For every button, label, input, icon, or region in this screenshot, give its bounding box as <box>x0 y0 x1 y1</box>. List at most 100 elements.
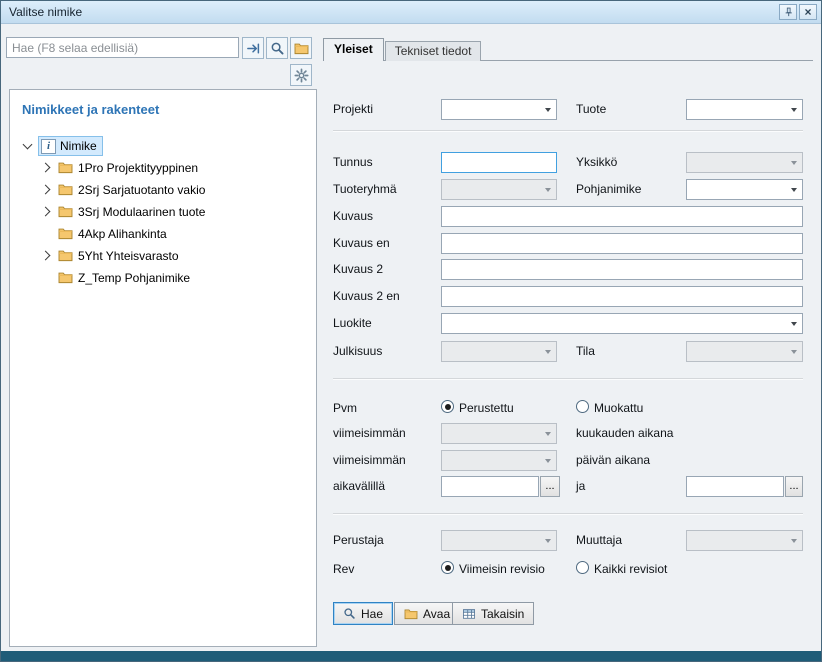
arrow-right-icon <box>246 41 261 56</box>
luokite-select[interactable] <box>441 313 803 334</box>
search-input[interactable] <box>6 37 239 58</box>
tree-selection-highlight: i Nimike <box>38 136 103 156</box>
julkisuus-label: Julkisuus <box>333 344 382 358</box>
chevron-down-icon <box>540 342 556 361</box>
kuvaus-en-input[interactable] <box>441 233 803 254</box>
projekti-label: Projekti <box>333 102 373 116</box>
avaa-button[interactable]: Avaa <box>394 602 460 625</box>
muuttaja-label: Muuttaja <box>576 533 622 547</box>
pohjanimike-select[interactable] <box>686 179 803 200</box>
titlebar[interactable]: Valitse nimike × <box>1 1 821 24</box>
search-icon <box>270 41 285 56</box>
chevron-right-icon[interactable] <box>41 185 51 195</box>
chevron-down-icon <box>786 314 802 333</box>
folder-icon <box>404 608 418 620</box>
separator <box>333 513 803 515</box>
aikavali-end-browse-button[interactable]: ... <box>785 476 803 497</box>
chevron-down-icon <box>540 451 556 470</box>
tab-yleiset[interactable]: Yleiset <box>323 38 384 61</box>
kuvaus2-en-input[interactable] <box>441 286 803 307</box>
tree-item-label: 4Akp Alihankinta <box>78 227 167 241</box>
muokattu-radio[interactable] <box>576 400 589 413</box>
pohjanimike-label: Pohjanimike <box>576 182 641 196</box>
kaikki-revisiot-radio-label[interactable]: Kaikki revisiot <box>594 562 667 576</box>
item-info-icon: i <box>41 139 56 154</box>
pin-button[interactable] <box>779 4 797 20</box>
tree-panel: Nimikkeet ja rakenteet i Nimike 1Pro Pro… <box>9 89 317 647</box>
dialog-valitse-nimike: Valitse nimike × Nimikkeet ja rakenteet … <box>0 0 822 662</box>
tree-root-label: Nimike <box>60 139 97 153</box>
pvm-label: Pvm <box>333 401 357 415</box>
folder-icon <box>58 227 73 240</box>
tree-item[interactable]: 5Yht Yhteisvarasto <box>10 245 316 267</box>
tree-item-label: 3Srj Modulaarinen tuote <box>78 205 205 219</box>
viimeisimman-paiva-select[interactable] <box>441 450 557 471</box>
tunnus-input[interactable] <box>441 152 557 173</box>
tree-item-label: 1Pro Projektityyppinen <box>78 161 198 175</box>
kuukauden-aikana-label: kuukauden aikana <box>576 426 673 440</box>
folder-icon <box>58 205 73 218</box>
chevron-down-icon <box>786 180 802 199</box>
tree-item[interactable]: Z_Temp Pohjanimike <box>10 267 316 289</box>
folder-icon <box>58 161 73 174</box>
perustettu-radio[interactable] <box>441 400 454 413</box>
kuvaus2-input[interactable] <box>441 259 803 280</box>
takaisin-button[interactable]: Takaisin <box>452 602 534 625</box>
tunnus-label: Tunnus <box>333 155 373 169</box>
kuvaus-label: Kuvaus <box>333 209 373 223</box>
chevron-down-icon <box>540 180 556 199</box>
chevron-right-icon[interactable] <box>41 251 51 261</box>
tuote-select[interactable] <box>686 99 803 120</box>
folder-icon <box>294 42 309 55</box>
kuvaus2-label: Kuvaus 2 <box>333 262 383 276</box>
aikavali-end-input[interactable] <box>686 476 784 497</box>
tuoteryhma-select[interactable] <box>441 179 557 200</box>
folder-icon <box>58 183 73 196</box>
kuvaus-input[interactable] <box>441 206 803 227</box>
chevron-down-icon <box>540 424 556 443</box>
tuoteryhma-label: Tuoteryhmä <box>333 182 397 196</box>
projekti-select[interactable] <box>441 99 557 120</box>
tuote-label: Tuote <box>576 102 606 116</box>
folder-icon <box>58 271 73 284</box>
tree-item[interactable]: 1Pro Projektityyppinen <box>10 157 316 179</box>
folder-icon <box>58 249 73 262</box>
avaa-button-label: Avaa <box>423 607 450 621</box>
kaikki-revisiot-radio[interactable] <box>576 561 589 574</box>
tree-item[interactable]: 3Srj Modulaarinen tuote <box>10 201 316 223</box>
pin-icon <box>782 6 795 19</box>
hae-button-label: Hae <box>361 607 383 621</box>
hae-button[interactable]: Hae <box>333 602 393 625</box>
viimeisin-revisio-radio[interactable] <box>441 561 454 574</box>
close-button[interactable]: × <box>799 4 817 20</box>
muuttaja-select[interactable] <box>686 530 803 551</box>
perustettu-radio-label[interactable]: Perustettu <box>459 401 514 415</box>
aikavali-start-input[interactable] <box>441 476 539 497</box>
chevron-right-icon[interactable] <box>41 207 51 217</box>
tab-tekniset-tiedot[interactable]: Tekniset tiedot <box>385 41 482 61</box>
viimeisimman-kuukausi-select[interactable] <box>441 423 557 444</box>
status-strip <box>1 651 821 661</box>
tree-item-label: Z_Temp Pohjanimike <box>78 271 190 285</box>
julkisuus-select[interactable] <box>441 341 557 362</box>
muokattu-radio-label[interactable]: Muokattu <box>594 401 643 415</box>
tree-item[interactable]: 4Akp Alihankinta <box>10 223 316 245</box>
tree-item[interactable]: 2Srj Sarjatuotanto vakio <box>10 179 316 201</box>
aikavali-start-browse-button[interactable]: ... <box>540 476 560 497</box>
chevron-right-icon[interactable] <box>41 163 51 173</box>
kuvaus-en-label: Kuvaus en <box>333 236 390 250</box>
window-title: Valitse nimike <box>9 1 82 24</box>
paivan-aikana-label: päivän aikana <box>576 453 650 467</box>
chevron-down-icon <box>540 531 556 550</box>
open-folder-button[interactable] <box>290 37 312 59</box>
search-button[interactable] <box>266 37 288 59</box>
settings-button[interactable] <box>290 64 312 86</box>
tila-select[interactable] <box>686 341 803 362</box>
chevron-down-icon[interactable] <box>23 140 33 150</box>
perustaja-select[interactable] <box>441 530 557 551</box>
tree-root-item[interactable]: i Nimike <box>10 135 316 157</box>
viimeisin-revisio-radio-label[interactable]: Viimeisin revisio <box>459 562 545 576</box>
yksikko-select[interactable] <box>686 152 803 173</box>
aikavalilla-label: aikavälillä <box>333 479 385 493</box>
go-search-button[interactable] <box>242 37 264 59</box>
